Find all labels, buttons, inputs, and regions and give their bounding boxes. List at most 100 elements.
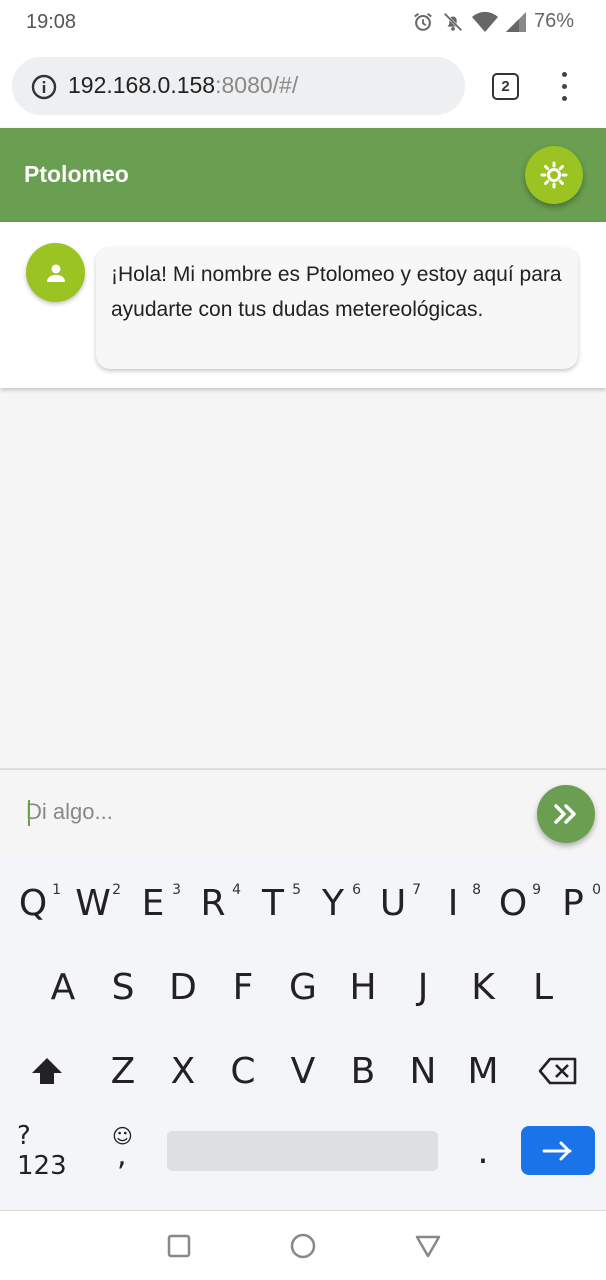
address-bar[interactable]: 192.168.0.158:8080/#/ [12,57,465,115]
status-icons: 76% [412,10,574,33]
key-label: D [169,966,197,1008]
key-u[interactable]: U7 [363,868,423,938]
key-label: Q [18,882,48,924]
key-hint: 8 [472,882,481,898]
bell-off-icon [443,12,463,31]
double-chevron-right-icon [554,804,576,824]
recents-button[interactable] [164,1231,194,1261]
key-hint: 3 [172,882,181,898]
key-label: C [230,1050,256,1092]
key-a[interactable]: A [33,952,93,1022]
key-t[interactable]: T5 [243,868,303,938]
key-label: E [141,882,165,924]
period-key[interactable]: . [453,1116,513,1186]
browser-menu-icon[interactable] [556,72,572,102]
backspace-icon [538,1057,577,1085]
symbols-key[interactable]: ?123 [17,1116,77,1186]
key-w[interactable]: W2 [63,868,123,938]
system-nav-bar [0,1210,606,1280]
key-r[interactable]: R4 [183,868,243,938]
back-button[interactable] [413,1231,443,1261]
key-label: T [262,882,284,924]
key-c[interactable]: C [213,1036,273,1106]
key-q[interactable]: Q1 [3,868,63,938]
key-label: W [75,882,111,924]
key-hint: 9 [532,882,541,898]
key-label: A [50,966,76,1008]
emoji-comma-key[interactable]: ☺ , [92,1116,152,1186]
key-o[interactable]: O9 [483,868,543,938]
circle-icon [290,1233,316,1259]
key-y[interactable]: Y6 [303,868,363,938]
key-label: U [379,882,407,924]
key-label: M [467,1050,499,1092]
text-caret [28,800,30,826]
tab-switcher-button[interactable]: 2 [492,73,519,100]
key-e[interactable]: E3 [123,868,183,938]
key-label: X [170,1050,196,1092]
key-j[interactable]: J [393,952,453,1022]
key-f[interactable]: F [213,952,273,1022]
key-label: S [111,966,135,1008]
key-n[interactable]: N [393,1036,453,1106]
key-label: Z [110,1050,136,1092]
chat-message-row: ¡Hola! Mi nombre es Ptolomeo y estoy aqu… [0,222,606,388]
person-icon [46,264,65,282]
key-k[interactable]: K [453,952,513,1022]
enter-key[interactable] [521,1126,595,1175]
key-i[interactable]: I8 [423,868,483,938]
home-button[interactable] [288,1231,318,1261]
key-label: H [349,966,377,1008]
url-text[interactable]: 192.168.0.158:8080/#/ [68,72,298,99]
shift-key[interactable] [17,1036,77,1106]
url-path: :8080/#/ [215,72,299,98]
message-input-bar [0,768,606,856]
key-label: F [232,966,254,1008]
key-h[interactable]: H [333,952,393,1022]
key-b[interactable]: B [333,1036,393,1106]
signal-icon [505,11,526,32]
sun-icon [540,161,568,189]
comma-label: , [117,1138,127,1173]
key-x[interactable]: X [153,1036,213,1106]
key-label: B [350,1050,376,1092]
send-button[interactable] [537,785,595,843]
key-hint: 5 [292,882,301,898]
info-icon[interactable] [31,74,57,100]
key-hint: 2 [112,882,121,898]
key-label: O [498,882,528,924]
alarm-icon [414,12,432,31]
key-g[interactable]: G [273,952,333,1022]
square-icon [167,1234,191,1258]
key-hint: 0 [592,882,601,898]
key-hint: 6 [352,882,361,898]
key-z[interactable]: Z [93,1036,153,1106]
key-v[interactable]: V [273,1036,333,1106]
space-key[interactable] [167,1131,438,1171]
bot-avatar [26,243,85,302]
key-label: Y [322,882,344,924]
wifi-icon [471,11,498,32]
tab-count: 2 [501,78,510,95]
theme-toggle-button[interactable] [525,146,583,204]
backspace-key[interactable] [528,1036,588,1106]
key-d[interactable]: D [153,952,213,1022]
battery-level: 76% [533,10,574,32]
key-p[interactable]: P0 [543,868,603,938]
status-bar: 19:08 76% [0,0,606,46]
status-time: 19:08 [26,11,77,33]
key-label: N [409,1050,437,1092]
key-hint: 4 [232,882,241,898]
key-label: K [471,966,495,1008]
message-bubble: ¡Hola! Mi nombre es Ptolomeo y estoy aqu… [96,247,578,369]
key-s[interactable]: S [93,952,153,1022]
app-title: Ptolomeo [24,161,129,187]
url-host: 192.168.0.158 [68,72,216,98]
key-label: J [417,966,429,1008]
key-m[interactable]: M [453,1036,513,1106]
on-screen-keyboard: Q1W2E3R4T5Y6U7I8O9P0 ASDFGHJKL ZXCVBNM ?… [0,856,606,1210]
key-hint: 1 [52,882,61,898]
key-l[interactable]: L [513,952,573,1022]
message-input[interactable] [26,790,516,834]
arrow-right-icon [542,1141,572,1160]
